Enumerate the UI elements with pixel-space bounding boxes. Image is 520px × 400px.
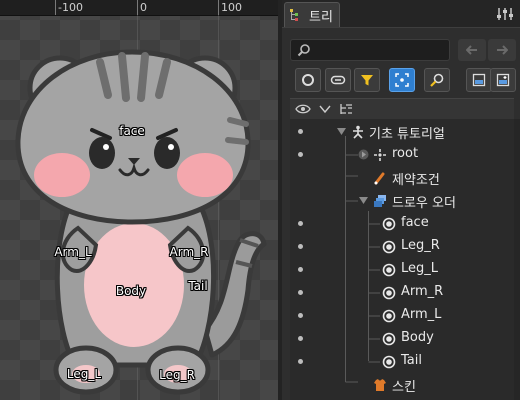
constraint-icon (372, 170, 387, 185)
bone-label[interactable]: Body (116, 284, 146, 298)
tree-item-label: 드로우 오더 (392, 196, 456, 211)
bone-label[interactable]: Leg_R (159, 368, 195, 382)
visibility-dot[interactable] (298, 152, 303, 157)
bone-label[interactable]: face (119, 124, 145, 138)
bone-label[interactable]: Arm_R (170, 245, 209, 259)
bone-label[interactable]: Leg_L (67, 367, 101, 381)
visibility-dot[interactable] (298, 129, 303, 134)
tree-row-draw-order[interactable]: 드로우 오더 (290, 189, 514, 212)
tree-row-slot[interactable]: Body (290, 327, 514, 350)
bone-pose-icon[interactable] (318, 103, 332, 115)
filter-bones-button[interactable] (295, 68, 321, 92)
arrow-right-icon (497, 45, 508, 55)
search-icon (297, 44, 310, 57)
focus-selection-button[interactable] (389, 68, 415, 92)
next-result-button[interactable] (488, 39, 516, 61)
collapse-button[interactable] (466, 68, 492, 92)
visibility-dot[interactable] (298, 221, 303, 226)
visibility-dot[interactable] (298, 290, 303, 295)
expand-button[interactable] (490, 68, 516, 92)
tree-item-label: root (392, 146, 419, 161)
slot-icon (381, 354, 396, 369)
slot-icon (381, 285, 396, 300)
tree-row-slot[interactable]: Leg_R (290, 235, 514, 258)
sliders-icon (497, 8, 513, 20)
slot-icon (381, 308, 396, 323)
tab-label: 트리 (309, 9, 333, 25)
draw-order-icon (372, 193, 387, 208)
slot-icon (381, 262, 396, 277)
find-button[interactable] (424, 68, 450, 92)
tree-item-label: Arm_R (401, 284, 444, 299)
tree-item-label: 제약조건 (392, 173, 440, 188)
funnel-icon (361, 75, 373, 86)
panel-add-icon (496, 73, 510, 87)
bone-root-icon (372, 147, 387, 162)
paperclip-icon (330, 75, 346, 85)
skin-icon (372, 377, 387, 392)
panel-settings-button[interactable] (494, 5, 516, 23)
slot-icon (381, 331, 396, 346)
bone-label[interactable]: Arm_L (54, 245, 91, 259)
tree-row-root-bone[interactable]: root (290, 143, 514, 166)
tree-row-slot[interactable]: Leg_L (290, 258, 514, 281)
cat-character-image (15, 49, 267, 395)
tree-item-label: Tail (401, 353, 422, 368)
tree-scrollbar[interactable] (514, 119, 520, 400)
visibility-dot[interactable] (298, 359, 303, 364)
tree-item-label: Body (401, 330, 434, 345)
hierarchy-icon[interactable] (339, 103, 353, 115)
eye-icon[interactable] (295, 103, 311, 115)
filter-attachments-button[interactable] (325, 68, 351, 92)
tree-row-slot[interactable]: Tail (290, 350, 514, 373)
search-input[interactable] (290, 39, 450, 61)
circle-icon (302, 74, 314, 86)
tree-row-constraints[interactable]: 제약조건 (290, 166, 514, 189)
prev-result-button[interactable] (458, 39, 486, 61)
tree-row-slot[interactable]: face (290, 212, 514, 235)
tree-row-slot[interactable]: Arm_L (290, 304, 514, 327)
tree-item-label: 스킨 (392, 380, 416, 395)
visibility-dot[interactable] (298, 313, 303, 318)
panel-icon (472, 73, 486, 87)
tree-view[interactable]: 기초 튜토리얼 root 제약조건 드로우 오더 face Leg_R Leg_… (290, 119, 514, 400)
tree-item-label: Leg_L (401, 261, 439, 276)
slot-icon (381, 216, 396, 231)
expand-arrow-icon[interactable] (336, 126, 347, 137)
tree-panel: 트리 기초 튜토리얼 root 제약조건 드로우 오더 face Leg_R L… (282, 0, 520, 400)
skeleton-icon (350, 124, 365, 139)
visibility-dot[interactable] (298, 244, 303, 249)
tree-item-label: Arm_L (401, 307, 442, 322)
tree-item-label: face (401, 215, 429, 230)
panel-tab-bar: 트리 (282, 0, 520, 28)
magnify-icon (430, 73, 444, 87)
expand-arrow-icon[interactable] (358, 195, 369, 206)
visibility-dot[interactable] (298, 336, 303, 341)
tree-row-slot[interactable]: Arm_R (290, 281, 514, 304)
tree-icon (290, 9, 298, 21)
arrow-left-icon (466, 45, 477, 55)
focus-icon (395, 73, 409, 87)
tree-row-skins[interactable]: 스킨 (290, 373, 514, 396)
tree-column-header (290, 98, 514, 120)
tab-tree[interactable]: 트리 (284, 2, 340, 27)
tree-item-label: 기초 튜토리얼 (369, 127, 445, 142)
visibility-dot[interactable] (298, 267, 303, 272)
bone-label[interactable]: Tail (188, 279, 207, 293)
slot-icon (381, 239, 396, 254)
filter-button[interactable] (354, 68, 380, 92)
collapsed-arrow-icon[interactable] (358, 149, 369, 160)
tree-item-label: Leg_R (401, 238, 440, 253)
tree-row-root-skeleton[interactable]: 기초 튜토리얼 (290, 120, 514, 143)
viewport[interactable]: -100 0 100 face Arm_L Arm_R Tail Body Le… (0, 0, 278, 400)
